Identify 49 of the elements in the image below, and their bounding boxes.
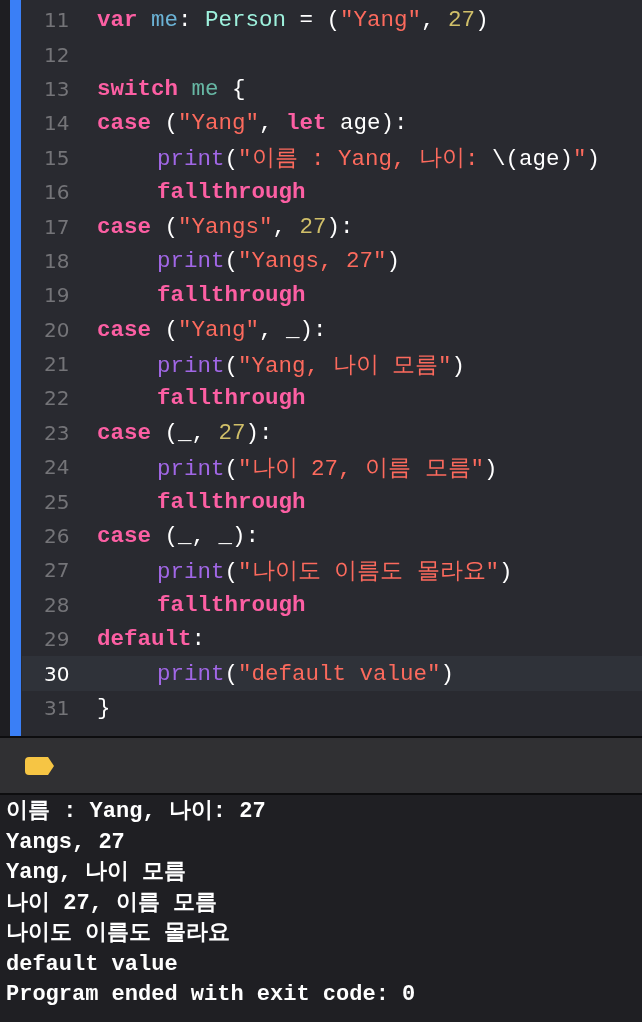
code-line: fallthrough — [157, 591, 306, 618]
code-line: print("default value") — [157, 660, 455, 687]
code-line: case ("Yang", let age): — [97, 110, 408, 137]
code-line: } — [97, 695, 111, 721]
code-line: case (_, _): — [97, 523, 260, 550]
line-number: 23 — [44, 420, 71, 445]
line-number: 26 — [44, 524, 71, 549]
code-line: fallthrough — [157, 179, 306, 206]
code-line: print("Yangs, 27") — [157, 247, 401, 274]
code-line: case ("Yang", _): — [97, 316, 327, 343]
line-number: 14 — [44, 111, 71, 136]
tag-icon[interactable] — [25, 756, 55, 775]
console-output-line: 나이 27, 이름 모름 — [6, 889, 219, 918]
line-number: 21 — [44, 352, 71, 377]
line-number: 24 — [44, 455, 71, 480]
line-number: 27 — [44, 558, 71, 583]
console-output-line: Yangs, 27 — [6, 828, 126, 857]
code-line: switch me { — [97, 75, 246, 102]
line-number: 22 — [44, 386, 71, 411]
code-line: default: — [97, 626, 206, 653]
console-output-line: 나이도 이름도 몰라요 — [6, 920, 232, 948]
line-number: 30 — [44, 661, 71, 686]
code-line: print("Yang, 나이 모름") — [157, 351, 466, 380]
console-output-line: Yang, 나이 모름 — [6, 859, 188, 887]
line-number: 16 — [44, 180, 71, 205]
code-line: fallthrough — [157, 385, 306, 412]
line-number: 11 — [44, 8, 71, 33]
code-line: fallthrough — [157, 488, 306, 515]
console-output-line: 이름 : Yang, 나이: 27 — [6, 798, 267, 826]
code-line: case (_, 27): — [97, 419, 273, 446]
line-number: 18 — [44, 248, 71, 273]
code-line: case ("Yangs", 27): — [97, 213, 354, 240]
line-number: 12 — [44, 42, 71, 67]
code-line: print("나이도 이름도 몰라요") — [157, 557, 513, 586]
code-line: print("이름 : Yang, 나이: \(age)") — [157, 145, 601, 174]
code-line: fallthrough — [157, 282, 306, 309]
line-number: 19 — [44, 283, 71, 308]
line-number: 31 — [44, 696, 71, 720]
code-line: var me: Person = ("Yang", 27) — [97, 7, 489, 34]
line-number: 13 — [44, 76, 71, 101]
line-number: 25 — [44, 489, 71, 514]
console-output-line: default value — [6, 950, 179, 979]
line-number: 17 — [44, 214, 71, 239]
line-number: 15 — [44, 145, 71, 170]
line-number: 28 — [44, 592, 71, 617]
code-line: print("나이 27, 이름 모름") — [157, 454, 498, 483]
line-number: 20 — [44, 317, 71, 342]
line-number: 29 — [44, 627, 71, 652]
console-output-line: Program ended with exit code: 0 — [6, 981, 417, 1009]
